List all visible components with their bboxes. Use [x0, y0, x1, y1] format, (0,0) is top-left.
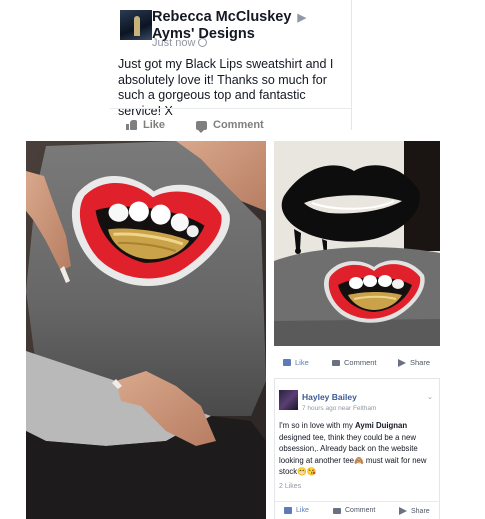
mention-link[interactable]: Aymi Duignan — [355, 421, 407, 430]
like-label: Like — [296, 507, 309, 514]
comment-text-end: designed tee, think they could be a new … — [279, 432, 427, 477]
comment-comment-button[interactable]: Comment — [333, 507, 375, 514]
commenter-name[interactable]: Hayley Bailey — [302, 392, 357, 402]
comment-card: Hayley Bailey 7 hours ago near Feltham ⌄… — [274, 378, 440, 519]
comment-label: Comment — [213, 119, 264, 131]
post-timestamp: Just now — [152, 37, 208, 49]
author-name[interactable]: Rebecca McCluskey — [152, 9, 291, 25]
thumbs-up-icon — [283, 359, 291, 366]
chevron-down-icon[interactable]: ⌄ — [427, 393, 433, 401]
comment-actions-bar: Like Comment Share — [275, 507, 439, 519]
comment-button[interactable]: Comment — [196, 119, 264, 133]
like-label: Like — [295, 358, 309, 367]
share-label: Share — [411, 507, 430, 515]
speech-bubble-icon — [196, 120, 207, 133]
share-label: Share — [410, 358, 431, 367]
commenter-avatar[interactable] — [279, 390, 298, 410]
share-arrow-icon — [398, 358, 406, 367]
photo-actions-bar: Like Comment Share — [274, 353, 440, 373]
comment-share-button[interactable]: Share — [399, 507, 430, 515]
lips-artwork-photo[interactable] — [274, 141, 440, 346]
photo-share-button[interactable]: Share — [398, 358, 430, 367]
post-card: Rebecca McCluskey ▶ Ayms' Designs Just n… — [110, 0, 352, 133]
card-border — [351, 0, 352, 130]
globe-icon — [198, 38, 208, 47]
comment-meta: 7 hours ago near Feltham — [302, 405, 376, 412]
thumbs-up-icon — [284, 507, 292, 514]
arrow-right-icon: ▶ — [297, 12, 306, 24]
comment-text-start: I'm so in love with my — [279, 421, 356, 430]
speech-bubble-icon — [332, 359, 340, 366]
author-avatar[interactable] — [120, 10, 152, 40]
timestamp-text[interactable]: Just now — [152, 37, 195, 49]
comment-label: Comment — [345, 507, 376, 514]
comment-like-button[interactable]: Like — [284, 507, 309, 514]
comment-label: Comment — [344, 358, 377, 367]
share-arrow-icon — [399, 507, 407, 515]
photo-comment-button[interactable]: Comment — [332, 358, 377, 367]
comment-text: I'm so in love with my Aymi Duignan desi… — [279, 420, 439, 478]
comment-time-location[interactable]: 7 hours ago near Feltham — [302, 405, 376, 412]
divider — [275, 501, 439, 502]
like-button[interactable]: Like — [126, 119, 165, 131]
thumbs-up-icon — [126, 120, 137, 130]
photo-like-button[interactable]: Like — [283, 358, 309, 367]
sweatshirt-photo-illustration — [26, 141, 266, 519]
like-label: Like — [143, 119, 166, 131]
lips-artwork-illustration — [274, 141, 440, 346]
speech-bubble-icon — [333, 507, 341, 514]
post-actions: Like Comment — [110, 108, 352, 133]
like-count[interactable]: 2 Likes — [279, 483, 301, 490]
sweatshirt-photo[interactable] — [26, 141, 266, 519]
